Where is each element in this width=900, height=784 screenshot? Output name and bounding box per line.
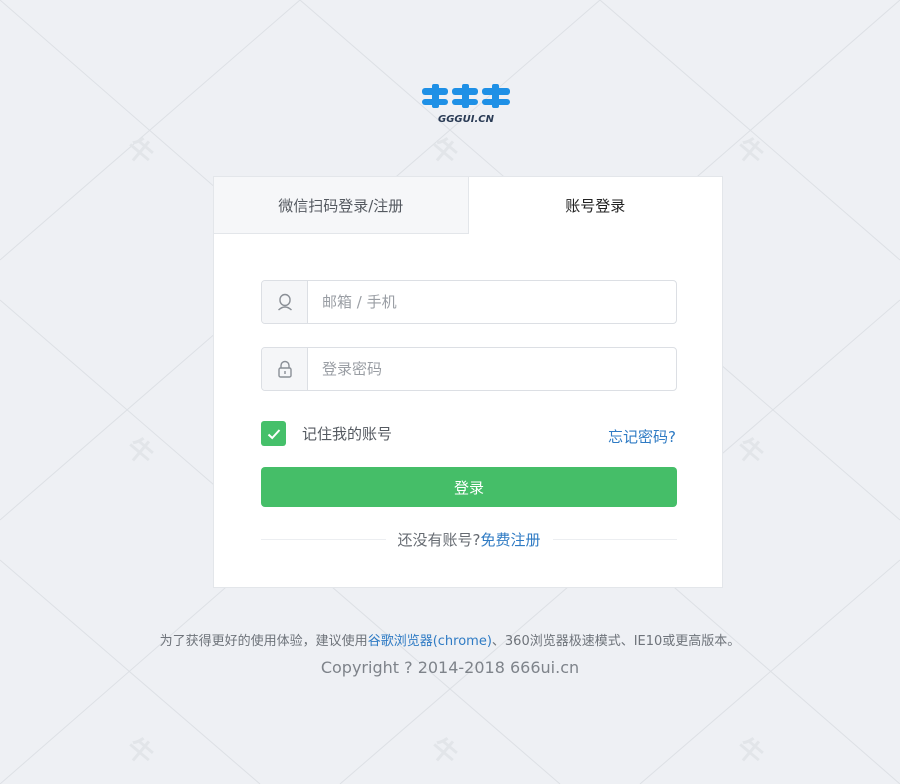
password-input[interactable] <box>308 348 676 390</box>
chrome-link[interactable]: 谷歌浏览器(chrome) <box>368 634 492 649</box>
lock-icon <box>262 348 308 390</box>
svg-text:牛: 牛 <box>120 732 159 772</box>
copyright: Copyright ? 2014-2018 666ui.cn <box>320 658 580 677</box>
svg-text:牛: 牛 <box>424 732 463 772</box>
browser-notice: 为了获得更好的使用体验，建议使用谷歌浏览器(chrome)、360浏览器极速模式… <box>0 630 900 649</box>
login-tabs: 微信扫码登录/注册 账号登录 <box>214 177 722 234</box>
user-icon <box>262 281 308 323</box>
remember-label: 记住我的账号 <box>302 425 393 443</box>
notice-suffix: 、360浏览器极速模式、IE10或更高版本。 <box>491 634 741 649</box>
password-field <box>261 347 677 391</box>
svg-text:牛: 牛 <box>730 132 769 172</box>
logo-text: GGGUI.CN <box>438 114 495 125</box>
svg-text:牛: 牛 <box>120 432 159 472</box>
tab-wechat-login[interactable]: 微信扫码登录/注册 <box>214 177 469 234</box>
svg-text:牛: 牛 <box>424 132 463 172</box>
login-card: 微信扫码登录/注册 账号登录 记住我的账号 忘记密码? <box>213 176 723 588</box>
notice-prefix: 为了获得更好的使用体验，建议使用 <box>159 634 368 649</box>
remember-checkbox[interactable] <box>261 421 286 446</box>
register-link[interactable]: 免费注册 <box>480 531 540 549</box>
remember-row: 记住我的账号 <box>261 421 392 446</box>
account-input[interactable] <box>308 281 676 323</box>
divider-left <box>261 539 386 540</box>
site-logo: GGGUI.CN <box>422 84 510 125</box>
register-row: 还没有账号?免费注册 <box>261 529 678 550</box>
svg-text:牛: 牛 <box>730 432 769 472</box>
register-prompt-text: 还没有账号? <box>397 531 481 549</box>
register-prompt: 还没有账号?免费注册 <box>386 529 553 550</box>
check-icon <box>267 428 280 439</box>
divider-right <box>552 539 678 540</box>
account-field <box>261 280 677 324</box>
forgot-password-link[interactable]: 忘记密码? <box>608 426 676 447</box>
tab-account-login[interactable]: 账号登录 <box>468 177 722 234</box>
svg-text:牛: 牛 <box>120 132 159 172</box>
login-button[interactable]: 登录 <box>261 467 677 507</box>
svg-text:牛: 牛 <box>730 732 769 772</box>
